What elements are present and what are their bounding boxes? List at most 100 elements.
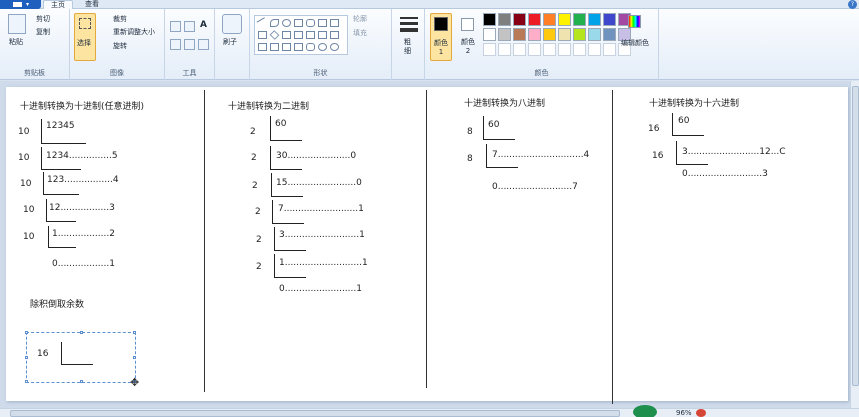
four-point-star-shape-icon[interactable] <box>270 43 279 51</box>
palette-empty-swatch[interactable] <box>528 43 541 56</box>
magnifier-icon[interactable] <box>198 39 209 50</box>
polygon-shape-icon[interactable] <box>318 19 327 27</box>
palette-empty-swatch[interactable] <box>588 43 601 56</box>
palette-empty-swatch[interactable] <box>543 43 556 56</box>
palette-empty-swatch[interactable] <box>603 43 616 56</box>
cut-button[interactable]: 剪切 <box>36 15 50 24</box>
hexagon-shape-icon[interactable] <box>294 31 303 39</box>
palette-swatch[interactable] <box>543 13 556 26</box>
selection-handle[interactable] <box>80 380 83 383</box>
palette-swatch[interactable] <box>483 13 496 26</box>
palette-swatch[interactable] <box>528 28 541 41</box>
crop-button[interactable]: 裁剪 <box>113 15 127 24</box>
menu-bar: ▾ 主页 查看 ? <box>0 0 859 9</box>
file-menu-button[interactable]: ▾ <box>0 0 41 9</box>
tab-view[interactable]: 查看 <box>80 0 104 9</box>
selection-handle[interactable] <box>25 380 28 383</box>
sec1-divisor: 10 <box>18 153 30 163</box>
down-arrow-shape-icon[interactable] <box>258 43 267 51</box>
edit-colors-button[interactable]: 编辑颜色 <box>621 39 649 48</box>
close-icon[interactable] <box>696 409 706 417</box>
callout-shape-icon[interactable] <box>306 43 315 51</box>
selection-handle[interactable] <box>25 331 28 334</box>
oval-callout-shape-icon[interactable] <box>318 43 327 51</box>
palette-swatch[interactable] <box>498 28 511 41</box>
selection-handle[interactable] <box>133 331 136 334</box>
right-arrow-shape-icon[interactable] <box>306 31 315 39</box>
palette-swatch[interactable] <box>498 13 511 26</box>
color-picker-icon[interactable] <box>184 39 195 50</box>
oval-shape-icon[interactable] <box>282 19 291 27</box>
fill-button[interactable]: 填充 <box>353 29 367 38</box>
up-arrow-shape-icon[interactable] <box>330 31 339 39</box>
triangle-shape-icon[interactable] <box>330 19 339 27</box>
palette-swatch[interactable] <box>483 28 496 41</box>
paste-button[interactable]: 粘贴 <box>9 38 23 47</box>
selection-handle[interactable] <box>25 356 28 359</box>
line-shape-icon[interactable] <box>256 17 269 29</box>
size-group[interactable]: 粗 细 <box>392 9 425 80</box>
palette-swatch[interactable] <box>558 13 571 26</box>
palette-swatch[interactable] <box>573 28 586 41</box>
sec1-divisor: 10 <box>18 127 30 137</box>
horizontal-scrollbar[interactable] <box>0 408 859 417</box>
palette-swatch[interactable] <box>588 13 601 26</box>
horizontal-scroll-thumb[interactable] <box>10 410 620 417</box>
right-triangle-shape-icon[interactable] <box>258 31 267 39</box>
brushes-group[interactable]: 刷子 <box>215 9 250 80</box>
color1-button[interactable]: 颜色 1 <box>430 13 452 61</box>
selection-handle[interactable] <box>80 331 83 334</box>
file-icon <box>13 2 22 7</box>
palette-empty-swatch[interactable] <box>558 43 571 56</box>
move-cursor-icon: ✥ <box>130 376 140 389</box>
vertical-scroll-thumb[interactable] <box>852 86 859 386</box>
vertical-scrollbar[interactable] <box>850 81 859 408</box>
taskbar-app-icon[interactable] <box>633 405 657 417</box>
palette-swatch[interactable] <box>528 13 541 26</box>
cloud-callout-shape-icon[interactable] <box>330 43 339 51</box>
palette-swatch[interactable] <box>558 28 571 41</box>
pentagon-shape-icon[interactable] <box>282 31 291 39</box>
pencil-icon[interactable] <box>170 21 181 32</box>
fill-icon[interactable] <box>184 21 195 32</box>
palette-swatch[interactable] <box>543 28 556 41</box>
palette-swatch[interactable] <box>513 13 526 26</box>
diamond-shape-icon[interactable] <box>269 30 280 40</box>
palette-swatch[interactable] <box>513 28 526 41</box>
selection-handle[interactable] <box>133 356 136 359</box>
text-icon[interactable]: A <box>200 21 207 30</box>
brushes-button-label: 刷子 <box>223 38 237 46</box>
rectangle-shape-icon[interactable] <box>294 19 303 27</box>
rounded-rectangle-shape-icon[interactable] <box>306 19 315 27</box>
palette-swatch[interactable] <box>588 28 601 41</box>
copy-button[interactable]: 复制 <box>36 28 50 37</box>
rotate-button[interactable]: 旋转 <box>113 42 127 51</box>
size-label-thick: 粗 <box>404 38 411 46</box>
palette-empty-swatch[interactable] <box>498 43 511 56</box>
selection-box[interactable]: 16 ✥ <box>25 331 139 388</box>
palette-swatch[interactable] <box>573 13 586 26</box>
drawing-canvas[interactable]: 十进制转换为十进制(任意进制) 10 10 10 10 10 12345 123… <box>6 87 848 404</box>
palette-empty-swatch[interactable] <box>573 43 586 56</box>
sec2-title: 十进制转换为二进制 <box>228 102 310 112</box>
outline-button[interactable]: 轮廓 <box>353 15 367 24</box>
eraser-icon[interactable] <box>170 39 181 50</box>
six-point-star-shape-icon[interactable] <box>294 43 303 51</box>
curve-shape-icon[interactable] <box>270 19 279 27</box>
help-icon[interactable]: ? <box>848 0 857 9</box>
palette-swatch[interactable] <box>603 13 616 26</box>
ribbon: 粘贴 剪切 复制 剪贴板 选择 裁剪 重新调整大小 旋转 图像 A 工具 刷子 <box>0 9 859 80</box>
palette-empty-swatch[interactable] <box>513 43 526 56</box>
tab-home[interactable]: 主页 <box>43 0 73 9</box>
left-arrow-shape-icon[interactable] <box>318 31 327 39</box>
paste-icon[interactable] <box>8 14 26 34</box>
shapes-gallery[interactable] <box>254 15 348 55</box>
select-button[interactable]: 选择 <box>74 13 96 61</box>
five-point-star-shape-icon[interactable] <box>282 43 291 51</box>
color2-button[interactable]: 颜色 2 <box>457 13 479 61</box>
palette-empty-swatch[interactable] <box>483 43 496 56</box>
resize-button[interactable]: 重新调整大小 <box>113 28 155 37</box>
sec1-dividend: 123.................4 <box>47 175 119 185</box>
palette-swatch[interactable] <box>603 28 616 41</box>
edit-colors-icon[interactable] <box>628 15 641 28</box>
